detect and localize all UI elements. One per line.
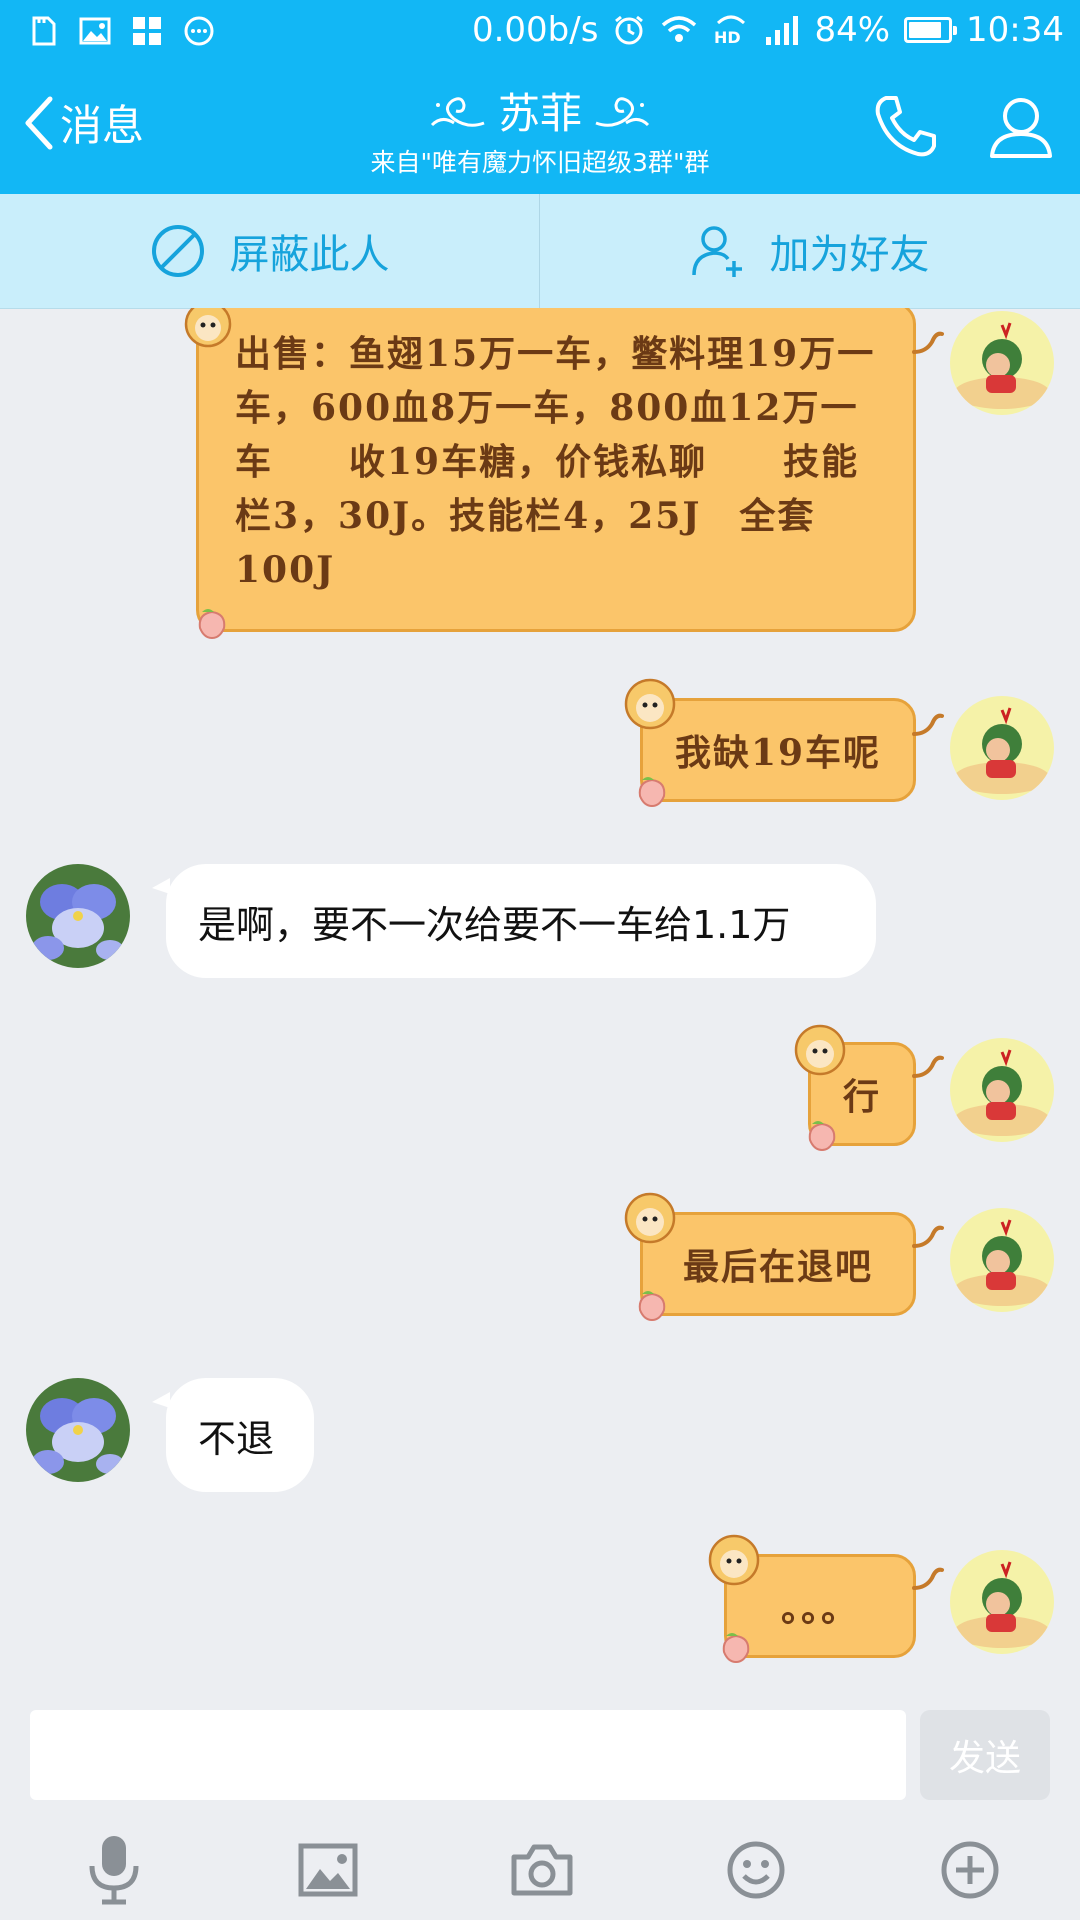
send-button[interactable]: 发送	[920, 1710, 1050, 1800]
message-text: 出售：鱼翅15万一车，鳖料理19万一车，600血8万一车，800血12万一车 收…	[235, 333, 876, 591]
chat-area[interactable]: 出售：鱼翅15万一车，鳖料理19万一车，600血8万一车，800血12万一车 收…	[0, 308, 1080, 1700]
add-person-icon	[691, 226, 742, 277]
my-avatar[interactable]	[950, 1550, 1054, 1654]
block-user-button[interactable]: 屏蔽此人	[0, 194, 539, 308]
emoji-button[interactable]	[716, 1830, 796, 1910]
monkey-sticker-icon	[184, 308, 232, 348]
message-text: 是啊，要不一次给要不一车给1.1万	[198, 902, 791, 947]
my-avatar[interactable]	[950, 696, 1054, 800]
alarm-icon	[615, 15, 644, 45]
battery-icon	[904, 17, 958, 43]
input-bar: 发送	[0, 1700, 1080, 1920]
message-text: 最后在退吧	[682, 1246, 873, 1288]
person-icon	[990, 98, 1052, 158]
message-input[interactable]	[30, 1710, 906, 1800]
block-icon	[151, 225, 204, 277]
more-button[interactable]	[930, 1830, 1010, 1910]
image-icon	[298, 1843, 358, 1897]
battery-percent: 84%	[814, 10, 891, 50]
camera-icon	[511, 1844, 573, 1896]
phone-icon	[875, 96, 936, 157]
cartoon-avatar-icon	[950, 311, 1054, 415]
peach-icon	[808, 1121, 836, 1152]
monkey-sticker-icon	[708, 1534, 760, 1586]
voice-button[interactable]	[74, 1830, 154, 1910]
add-friend-label: 加为好友	[769, 232, 930, 278]
apps-icon	[133, 17, 161, 45]
status-bar: 0.00b/s HD 84% 10:34	[0, 0, 1080, 62]
tail-decoration-icon	[912, 331, 944, 354]
more-circle-icon	[184, 16, 214, 46]
add-friend-button[interactable]: 加为好友	[540, 194, 1079, 308]
monkey-sticker-icon	[624, 1192, 676, 1244]
monkey-sticker-icon	[794, 1024, 846, 1076]
cartoon-avatar-icon	[950, 1038, 1054, 1142]
flower-avatar-icon	[26, 864, 130, 968]
tail-decoration-icon	[912, 1055, 944, 1078]
message-bubble[interactable]: 是啊，要不一次给要不一车给1.1万	[152, 864, 876, 978]
my-avatar[interactable]	[950, 1208, 1054, 1312]
emoji-icon	[727, 1841, 785, 1899]
tail-decoration-icon	[912, 1567, 944, 1590]
cartoon-avatar-icon	[950, 1550, 1054, 1654]
camera-button[interactable]	[502, 1830, 582, 1910]
clock: 10:34	[966, 10, 1064, 50]
microphone-icon	[89, 1836, 139, 1905]
network-speed: 0.00b/s	[471, 10, 599, 50]
tail-decoration-icon	[912, 713, 944, 736]
peach-icon	[638, 1291, 666, 1322]
message-text: 我缺19车呢	[674, 732, 882, 774]
stranger-action-bar: 屏蔽此人 加为好友	[0, 194, 1080, 309]
peach-icon	[198, 609, 226, 640]
message-text: 不退	[198, 1416, 275, 1461]
block-label: 屏蔽此人	[229, 232, 390, 278]
peach-icon	[638, 777, 666, 808]
contact-avatar[interactable]	[26, 1378, 130, 1482]
message-bubble[interactable]: 不退	[152, 1378, 314, 1492]
call-button[interactable]	[870, 92, 940, 166]
hd-call-icon: HD	[714, 15, 746, 47]
swirl-decoration-right-icon	[595, 96, 650, 127]
flower-avatar-icon	[26, 1378, 130, 1482]
cartoon-avatar-icon	[950, 1208, 1054, 1312]
sd-card-icon	[32, 16, 56, 46]
tail-decoration-icon	[912, 1225, 944, 1248]
monkey-sticker-icon	[624, 678, 676, 730]
peach-icon	[722, 1633, 750, 1664]
my-avatar[interactable]	[950, 1038, 1054, 1142]
cartoon-avatar-icon	[950, 696, 1054, 800]
message-bubble[interactable]: 出售：鱼翅15万一车，鳖料理19万一车，600血8万一车，800血12万一车 收…	[196, 308, 916, 632]
message-text: 。。。	[780, 1588, 859, 1630]
signal-icon	[766, 16, 799, 45]
swirl-decoration-left-icon	[430, 96, 485, 127]
contact-name: 苏菲	[497, 89, 582, 138]
my-avatar[interactable]	[950, 311, 1054, 415]
profile-button[interactable]	[986, 92, 1056, 166]
image-button[interactable]	[288, 1830, 368, 1910]
title-bar: 消息 苏菲 来自"唯有魔力怀旧超级3群"群	[0, 62, 1080, 194]
svg-text:HD: HD	[714, 28, 741, 47]
contact-avatar[interactable]	[26, 864, 130, 968]
plus-icon	[941, 1841, 999, 1899]
gallery-icon	[79, 17, 111, 45]
wifi-icon	[662, 16, 697, 42]
